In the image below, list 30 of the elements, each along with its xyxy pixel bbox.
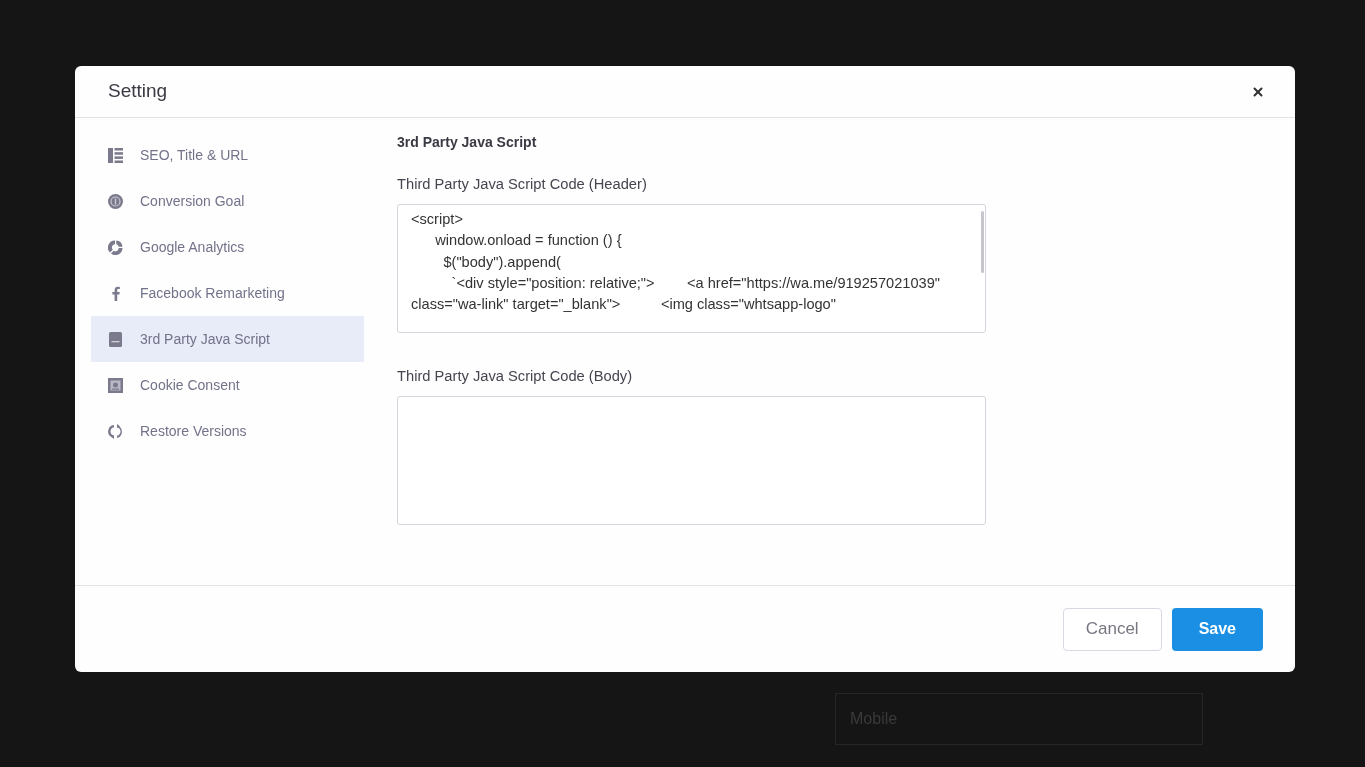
letter-f-icon xyxy=(111,285,120,301)
code-textarea[interactable] xyxy=(397,396,986,525)
refresh-icon xyxy=(108,423,123,439)
close-button[interactable] xyxy=(1251,84,1265,99)
save-button[interactable]: Save xyxy=(1171,607,1263,651)
scrollbar-thumb[interactable] xyxy=(981,211,984,273)
sidebar-item[interactable]: Facebook Remarketing xyxy=(91,270,364,316)
sidebar-item[interactable]: Conversion Goal xyxy=(91,178,364,224)
field-label: Third Party Java Script Code (Body) xyxy=(397,367,633,386)
cancel-button[interactable]: Cancel xyxy=(1062,607,1162,651)
section-heading: 3rd Party Java Script xyxy=(397,133,537,152)
list-icon xyxy=(108,147,123,163)
code-textarea[interactable]: <script> window.onload = function () { $("body").append( `<div style="position: relative;"> <a href="https://wa.me/919257021039" class="wa-link" target="_blank"> <img class="whtsapp-logo" xyxy=(397,204,986,333)
pie-chart-icon xyxy=(108,239,123,255)
code-line: `<div style="position: relative;"> <a href="https://wa.me/919257021039" xyxy=(450,273,940,293)
code-line: $("body").append( xyxy=(442,252,561,272)
sidebar-item[interactable]: SEO, Title & URL xyxy=(91,132,364,178)
document-icon xyxy=(109,331,122,347)
field-label: Third Party Java Script Code (Header) xyxy=(397,175,647,194)
dialog-title: Setting xyxy=(108,79,168,104)
close-icon xyxy=(1251,84,1265,99)
coin-icon xyxy=(108,193,123,209)
sidebar-item[interactable]: Cookie Consent xyxy=(91,362,364,408)
sidebar-item[interactable]: 3rd Party Java Script xyxy=(91,316,364,362)
code-line: <script> xyxy=(411,210,463,229)
sidebar-item[interactable]: Google Analytics xyxy=(91,224,364,270)
sidebar-item[interactable]: Restore Versions xyxy=(91,408,364,454)
picture-frame-icon xyxy=(108,377,123,393)
code-line: window.onload = function () { xyxy=(434,231,622,251)
code-line: class="wa-link" target="_blank"> <img class="whtsapp-logo" xyxy=(411,295,836,315)
